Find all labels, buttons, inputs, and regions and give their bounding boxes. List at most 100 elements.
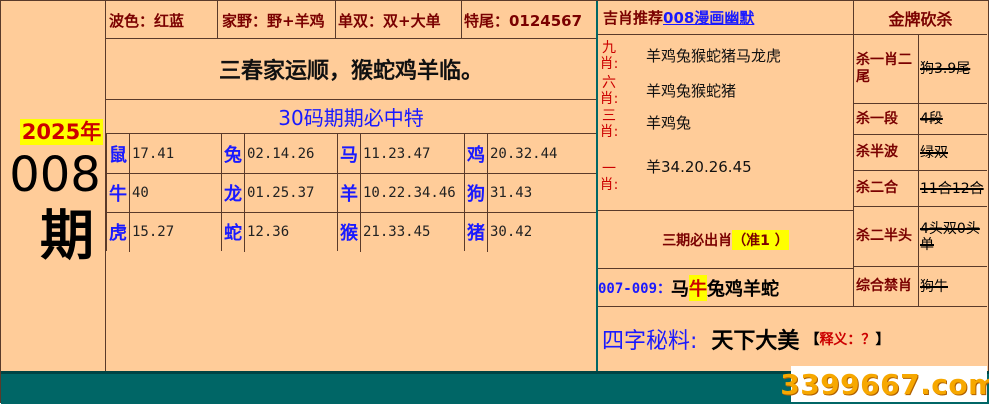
secret-label: 四字秘料: (602, 329, 698, 354)
cell-divider (129, 173, 130, 213)
zodiac-char: 猪 (467, 223, 485, 244)
kill-value: 4头双0头单 (920, 220, 980, 253)
picks-block: 九肖: 羊鸡兔猴蛇猪马龙虎 六肖: 羊鸡兔猴蛇猪 三肖: 羊鸡兔 一肖: 羊34.20.26.… (598, 35, 853, 211)
period-column: 2025年 008 期 (1, 1, 106, 371)
zodiac-char: 牛 (109, 184, 127, 205)
zodiac-numbers: 10.22.34.46 (363, 185, 456, 201)
watermark-box: 3399667.com (780, 366, 989, 402)
zodiac-numbers: 17.41 (132, 145, 175, 162)
cell-divider (244, 212, 245, 252)
kill-label: 杀一肖二尾 (856, 52, 912, 85)
range-pre: 马 (671, 278, 690, 300)
zodiac-cell: 蛇 12.36 (221, 212, 337, 252)
kill-value-cell: 4段 (918, 104, 988, 134)
secret-note-open: 【 (805, 332, 820, 348)
secret-value: 天下大美 (711, 329, 800, 354)
comic-link[interactable]: 008漫画幽默 (663, 7, 754, 28)
kill-value-cell: 11合12合 (918, 171, 988, 206)
kill-value-cell: 狗3.9尾 (918, 35, 988, 103)
zodiac-cell: 羊 10.22.34.46 (337, 173, 464, 213)
range-row: 007-009： 马 牛 兔鸡羊蛇 (598, 269, 853, 307)
kill-value: 狗牛 (920, 278, 948, 295)
cell-divider (244, 173, 245, 213)
zodiac-grid: 鼠 17.41 兔 02.14.26 马 11.23.47 鸡 20.32.44 牛 40 龙 01.… (106, 133, 596, 252)
gold-kill-header: 金牌砍杀 (853, 1, 987, 35)
zodiac-cell: 虎 15.27 (106, 212, 221, 252)
zodiac-cell: 马 11.23.47 (337, 133, 464, 174)
zodiac-char: 蛇 (224, 223, 242, 244)
kill-table: 杀一肖二尾 狗3.9尾 杀一段 4段 杀半波 绿双 杀二合 11合12合 杀二半头 4头双0头单综… (853, 35, 987, 307)
kill-value-cell: 绿双 (918, 135, 988, 170)
kill-value: 11合12合 (920, 180, 984, 197)
zodiac-char: 羊 (340, 184, 358, 205)
pick-label: 三肖: (599, 107, 619, 140)
secret-note-close: 】 (875, 332, 890, 348)
cell-divider (487, 212, 488, 252)
year-label: 2025年 (19, 119, 104, 145)
kill-value: 绿双 (920, 144, 948, 161)
secret-row: 四字秘料: 天下大美 【 释义：？ 】 (598, 307, 987, 371)
top-info-row: 波色：红蓝 家野：野+羊鸡 单双：双+大单 特尾：0124567 (106, 1, 596, 39)
kill-label: 杀二半头 (856, 228, 912, 244)
zodiac-numbers: 02.14.26 (247, 145, 315, 162)
zodiac-cell: 牛 40 (106, 173, 221, 213)
zodiac-numbers: 15.27 (132, 224, 175, 240)
zodiac-char: 猴 (340, 223, 358, 244)
kill-value: 狗3.9尾 (920, 61, 971, 77)
kill-row: 杀半波 绿双 (853, 135, 987, 171)
kill-row: 杀一肖二尾 狗3.9尾 (853, 35, 987, 104)
kill-value-cell: 4头双0头单 (918, 207, 988, 266)
pick-label: 六肖: (599, 75, 619, 107)
zodiac-char: 马 (340, 144, 358, 166)
cell-divider (360, 173, 361, 213)
cell-divider (129, 212, 130, 252)
zodiac-char: 虎 (109, 223, 127, 244)
zodiac-numbers: 30.42 (490, 224, 533, 240)
cell-divider (487, 133, 488, 174)
kill-row: 杀二合 11合12合 (853, 171, 987, 207)
zodiac-numbers: 31.43 (490, 185, 533, 201)
zodiac-cell: 龙 01.25.37 (221, 173, 337, 213)
zodiac-numbers: 20.32.44 (490, 145, 558, 162)
sanqi-row: 三期必出肖 （准1 ） (598, 211, 853, 269)
zodiac-numbers: 40 (132, 185, 149, 201)
zodiac-cell: 鸡 20.32.44 (464, 133, 596, 174)
zodiac-numbers: 01.25.37 (247, 185, 315, 201)
pick-text: 羊鸡兔猴蛇猪 (646, 81, 737, 100)
zodiac-cell: 猴 21.33.45 (337, 212, 464, 252)
cell-divider (129, 133, 130, 174)
cell-divider (244, 133, 245, 174)
zodiac-char: 狗 (467, 184, 485, 205)
zodiac-numbers: 21.33.45 (363, 224, 431, 240)
kill-label: 杀二合 (856, 180, 898, 196)
zodiac-cell: 兔 02.14.26 (221, 133, 337, 174)
sanqi-label: 三期必出肖 (662, 232, 733, 249)
zodiac-cell: 鼠 17.41 (106, 133, 221, 174)
kill-value: 4段 (920, 111, 943, 127)
kill-row: 杀一段 4段 (853, 104, 987, 135)
recommend-prefix: 吉肖推荐 (603, 9, 664, 27)
zodiac-char: 龙 (224, 184, 242, 205)
zodiac-char: 鸡 (467, 144, 485, 166)
zodiac-numbers: 12.36 (247, 224, 290, 240)
watermark-text: 3399667.com (780, 367, 989, 401)
secret-note: 释义：？ (819, 332, 876, 348)
range-highlight: 牛 (689, 274, 708, 301)
verse-text: 三春家运顺，猴蛇鸡羊临。 (106, 39, 596, 100)
kill-row: 杀二半头 4头双0头单 (853, 207, 987, 267)
pick-text: 羊鸡兔 (646, 114, 692, 132)
lottery-panel: 2025年 008 期 波色：红蓝 家野：野+羊鸡 单双：双+大单 特尾：012… (0, 0, 989, 404)
cell-divider (487, 173, 488, 213)
tewei-cell: 特尾：0124567 (461, 1, 596, 39)
zodiac-cell: 狗 31.43 (464, 173, 596, 213)
period-qi: 期 (40, 203, 94, 267)
zodiac-cell: 猪 30.42 (464, 212, 596, 252)
bose-cell: 波色：红蓝 (109, 11, 185, 30)
range-post: 兔鸡羊蛇 (707, 278, 780, 300)
kill-label: 杀一段 (856, 110, 898, 127)
danshuang-cell: 单双：双+大单 (335, 1, 461, 39)
zodiac-char: 鼠 (109, 144, 127, 166)
kill-label: 杀半波 (856, 144, 898, 160)
code-title: 30码期期必中特 (278, 106, 424, 130)
pick-text: 羊鸡兔猴蛇猪马龙虎 (646, 46, 782, 65)
